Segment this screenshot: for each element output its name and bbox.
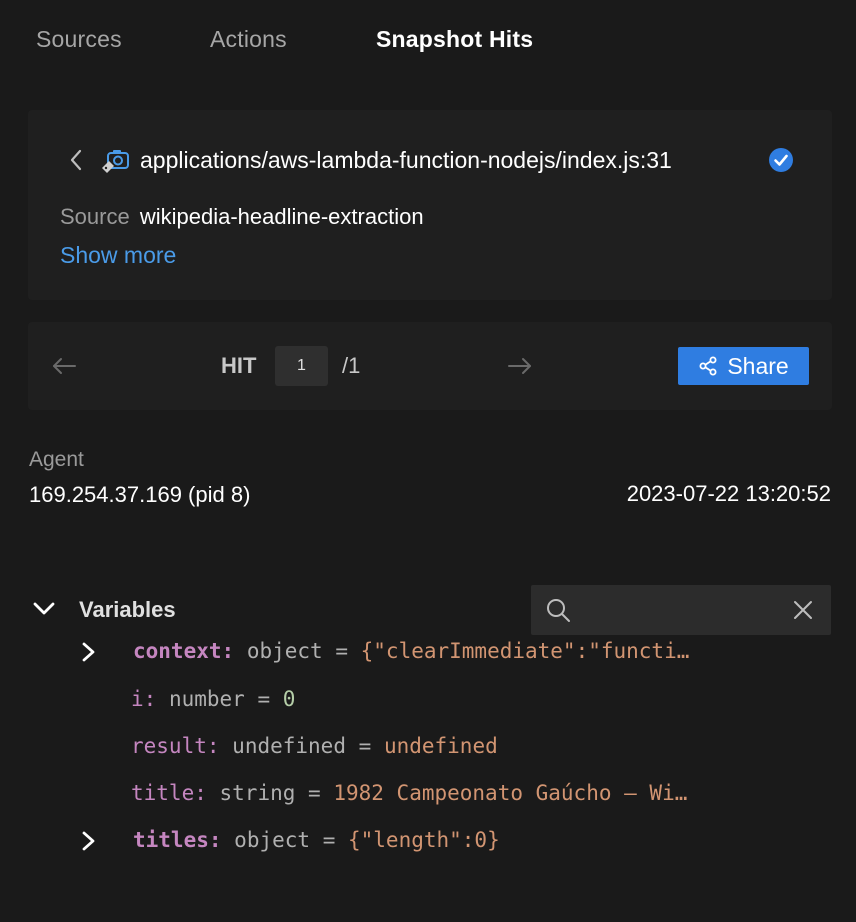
- chevron-down-icon[interactable]: [32, 598, 56, 620]
- tab-snapshot-hits[interactable]: Snapshot Hits: [376, 26, 533, 53]
- variable-row[interactable]: context: object = {"clearImmediate":"fun…: [0, 637, 856, 667]
- variable-type: string: [219, 781, 296, 805]
- hit-label: HIT: [221, 353, 257, 378]
- variables-search-input[interactable]: [581, 593, 771, 627]
- variable-equals: =: [358, 734, 372, 758]
- variable-type: object: [234, 828, 311, 852]
- variable-name: title:: [131, 781, 207, 805]
- tab-sources[interactable]: Sources: [36, 26, 122, 53]
- variables-title[interactable]: Variables: [79, 597, 176, 623]
- variable-name: result:: [131, 734, 220, 758]
- variable-name: titles:: [133, 828, 222, 852]
- hit-timestamp: 2023-07-22 13:20:52: [626, 481, 831, 506]
- variable-value: 0: [282, 687, 296, 711]
- source-info: Source wikipedia-headline-extraction: [60, 204, 424, 230]
- snapshot-file-path[interactable]: applications/aws-lambda-function-nodejs/…: [140, 147, 672, 174]
- agent-label: Agent: [29, 448, 84, 471]
- variable-equals: =: [308, 781, 321, 805]
- variable-name: i:: [131, 687, 157, 711]
- chevron-left-icon[interactable]: [66, 146, 86, 174]
- arrow-left-icon[interactable]: [50, 354, 78, 378]
- agent-value: 169.254.37.169 (pid 8): [29, 482, 251, 507]
- source-label: Source: [60, 204, 130, 229]
- variable-equals: =: [322, 828, 336, 852]
- chevron-right-icon[interactable]: [80, 830, 98, 852]
- variable-value: {"length":0}: [348, 828, 500, 852]
- variable-value: {"clearImmediate":"functi…: [360, 639, 690, 663]
- variable-equals: =: [335, 639, 348, 663]
- variable-type: number: [168, 687, 245, 711]
- variable-row: title: string = 1982 Campeonato Gaúcho –…: [0, 779, 856, 809]
- snapshot-source-card: applications/aws-lambda-function-nodejs/…: [28, 110, 832, 300]
- arrow-right-icon[interactable]: [506, 354, 534, 378]
- variable-value: 1982 Campeonato Gaúcho – Wi…: [333, 781, 688, 805]
- hit-total: /1: [342, 353, 361, 378]
- tab-actions[interactable]: Actions: [210, 26, 287, 53]
- variable-equals: =: [257, 687, 271, 711]
- show-more-link[interactable]: Show more: [60, 242, 176, 269]
- hit-navigation-card: HIT /1 Share: [28, 322, 832, 410]
- variable-row: i: number = 0: [0, 685, 856, 715]
- source-value: wikipedia-headline-extraction: [139, 204, 424, 229]
- variables-search: [531, 585, 831, 635]
- variable-row[interactable]: titles: object = {"length":0}: [0, 826, 856, 856]
- variable-value: undefined: [383, 734, 498, 758]
- variable-row: result: undefined = undefined: [0, 732, 856, 762]
- variable-name: context:: [133, 639, 235, 663]
- share-icon: [699, 356, 717, 376]
- share-button[interactable]: Share: [678, 347, 809, 385]
- camera-tag-icon: [102, 150, 129, 173]
- hit-number-input[interactable]: [275, 346, 328, 386]
- close-icon[interactable]: [792, 599, 814, 621]
- variable-type: undefined: [232, 734, 346, 758]
- share-label: Share: [727, 352, 789, 379]
- search-icon: [547, 599, 570, 622]
- verified-check-icon: [769, 148, 793, 172]
- chevron-right-icon[interactable]: [80, 641, 98, 663]
- variable-type: object: [246, 639, 323, 663]
